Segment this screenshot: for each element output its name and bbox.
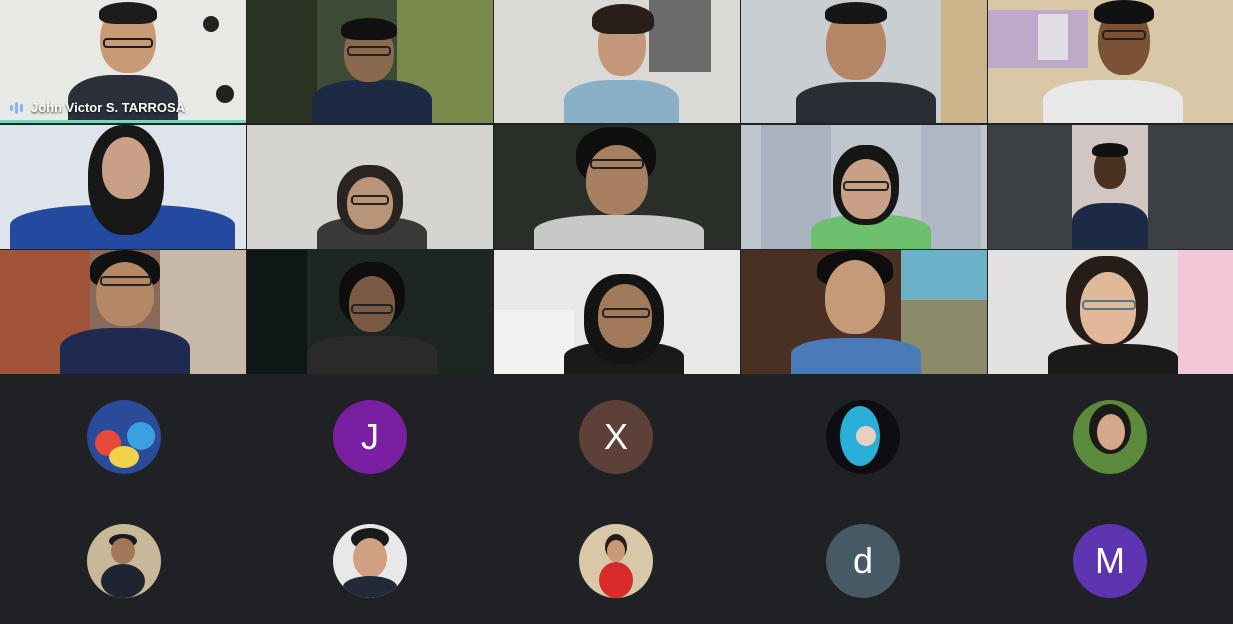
video-tile[interactable] <box>247 250 493 374</box>
man-photo-avatar-icon <box>87 524 161 598</box>
video-tile[interactable] <box>741 125 987 249</box>
participant-avatar[interactable] <box>579 524 653 598</box>
participant-avatar[interactable] <box>826 400 900 474</box>
video-tile[interactable] <box>247 125 493 249</box>
video-tile-speaker[interactable]: John Victor S. TARROSA <box>0 0 246 123</box>
video-tile[interactable] <box>741 0 987 123</box>
video-tile[interactable] <box>0 250 246 374</box>
video-tile[interactable] <box>988 125 1233 249</box>
girl-photo-avatar-icon <box>1073 400 1147 474</box>
avatar-letter: X <box>603 416 628 457</box>
woman-red-dress-avatar-icon <box>579 524 653 598</box>
participant-avatar[interactable] <box>1073 400 1147 474</box>
participant-avatar[interactable]: d <box>826 524 900 598</box>
cartoon-group-avatar-icon <box>87 400 161 474</box>
participant-avatar[interactable] <box>87 400 161 474</box>
active-speaker-border <box>0 120 246 123</box>
video-tile[interactable] <box>741 250 987 374</box>
video-tile[interactable] <box>0 125 246 249</box>
speaking-indicator-icon <box>10 101 23 115</box>
meeting-grid: John Victor S. TARROSA J X d M <box>0 0 1233 624</box>
video-tile[interactable] <box>988 250 1233 374</box>
boy-formal-photo-avatar-icon <box>333 524 407 598</box>
avatar-letter: J <box>361 416 379 457</box>
video-tile[interactable] <box>494 125 740 249</box>
participant-avatar[interactable]: X <box>579 400 653 474</box>
participant-avatar[interactable]: M <box>1073 524 1147 598</box>
video-tile[interactable] <box>494 0 740 123</box>
participant-avatar[interactable]: J <box>333 400 407 474</box>
video-tile[interactable] <box>988 0 1233 123</box>
avatar-letter: d <box>852 540 874 581</box>
avatar-letter: M <box>1095 540 1125 581</box>
participant-avatar[interactable] <box>333 524 407 598</box>
video-tile[interactable] <box>494 250 740 374</box>
anime-character-avatar-icon <box>826 400 900 474</box>
participant-name: John Victor S. TARROSA <box>31 100 186 115</box>
participant-name-tag: John Victor S. TARROSA <box>10 100 185 115</box>
video-tile[interactable] <box>247 0 493 123</box>
participant-avatar[interactable] <box>87 524 161 598</box>
